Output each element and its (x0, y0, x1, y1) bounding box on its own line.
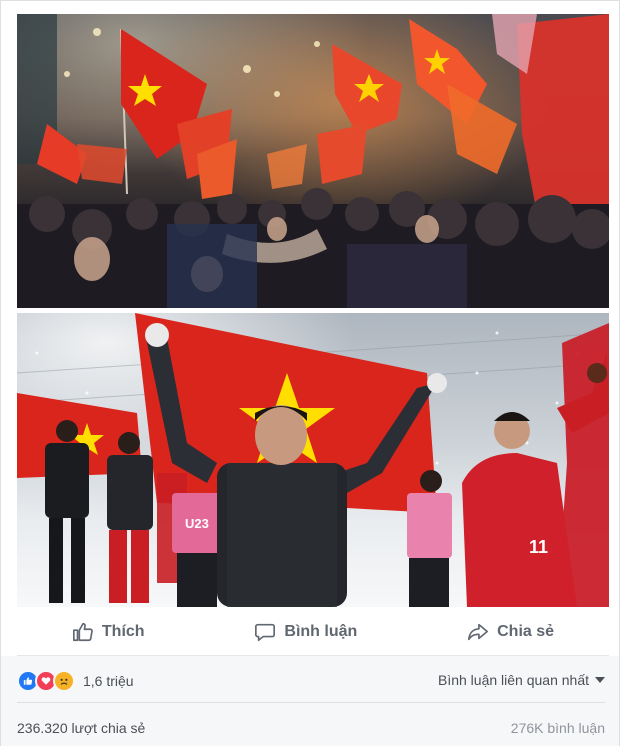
caret-down-icon (595, 677, 605, 683)
u23-bib-text: U23 (185, 516, 209, 531)
thumbs-up-icon (72, 622, 93, 642)
players-snow-illustration: U23 11 (17, 313, 609, 607)
comment-sort-dropdown[interactable]: Bình luận liên quan nhất (438, 672, 605, 688)
reaction-count: 1,6 triệu (83, 673, 134, 689)
comment-icon (255, 623, 276, 642)
post-action-bar: Thích Bình luận Chia sẻ (17, 609, 609, 656)
like-button[interactable]: Thích (72, 621, 145, 643)
like-label: Thích (101, 623, 145, 640)
photo-crowd-flags[interactable] (17, 14, 609, 308)
share-arrow-icon (468, 623, 489, 641)
crowd-flags-illustration (17, 14, 609, 308)
sort-label: Bình luận liên quan nhất (437, 672, 589, 688)
comment-button[interactable]: Bình luận (254, 621, 357, 643)
post-card: U23 11 Thích Bình luận Chia sẻ 1,6 triệu… (0, 0, 620, 746)
post-summary: 1,6 triệu Bình luận liên quan nhất 236.3… (1, 656, 619, 746)
share-label: Chia sẻ (497, 623, 555, 640)
share-count[interactable]: 236.320 lượt chia sẻ (17, 720, 145, 736)
jersey-number: 11 (529, 537, 548, 557)
photo-players-snow[interactable]: U23 11 (17, 313, 609, 607)
summary-divider (17, 702, 605, 703)
comment-label: Bình luận (284, 623, 358, 640)
comment-count[interactable]: 276K bình luận (511, 720, 605, 736)
share-button[interactable]: Chia sẻ (467, 621, 554, 643)
reactions-summary[interactable]: 1,6 triệu (17, 670, 134, 692)
sad-icon (53, 670, 75, 692)
